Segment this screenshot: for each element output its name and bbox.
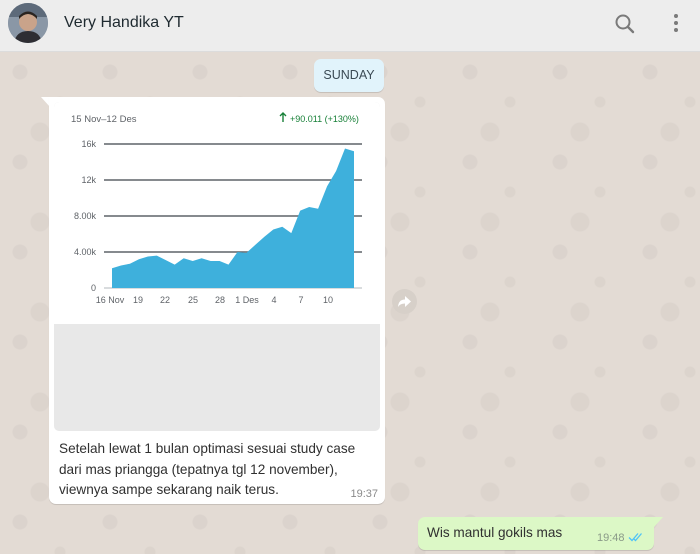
x-tick-label: 10 [323,295,333,305]
y-tick-label: 8.00k [74,211,97,221]
message-time: 19:48 [597,532,625,544]
analytics-chart: 15 Nov–12 Des +90.011 (+130%) 0 4.00k 8.00… [71,112,362,305]
double-check-icon [628,530,644,548]
x-tick-label: 25 [188,295,198,305]
message-caption: Setelah lewat 1 bulan optimasi sesuai st… [59,441,356,497]
y-tick-label: 0 [91,283,96,293]
x-tick-label: 4 [271,295,276,305]
outgoing-bubble-tail [654,517,663,527]
message-text: Wis mantul gokils mas [427,525,563,540]
chart-title: 15 Nov–12 Des [71,114,137,125]
contact-name[interactable]: Very Handika YT [64,14,184,32]
x-tick-label: 28 [215,295,225,305]
chat-header: Very Handika YT [0,0,700,52]
outgoing-message[interactable]: Wis mantul gokils mas 19:48 [418,517,654,550]
growth-label: +90.011 (+130%) [290,114,359,124]
avatar[interactable] [8,3,48,43]
message-image[interactable]: 15 Nov–12 Des +90.011 (+130%) 0 4.00k 8.00… [54,102,380,431]
more-vert-icon[interactable] [664,10,692,38]
forward-button[interactable] [392,289,417,314]
arrow-up-icon [279,112,287,122]
date-divider: SUNDAY [314,59,384,92]
avatar-photo [8,3,48,43]
message-time: 19:37 [350,488,378,500]
search-icon[interactable] [611,10,639,38]
x-tick-label: 19 [133,295,143,305]
chart-area-series [112,148,354,288]
x-tick-label: 1 Des [235,295,259,305]
x-tick-label: 22 [160,295,170,305]
y-tick-label: 16k [81,139,96,149]
incoming-message[interactable]: 15 Nov–12 Des +90.011 (+130%) 0 4.00k 8.00… [49,97,385,504]
growth-indicator: +90.011 (+130%) [279,112,359,124]
x-tick-label: 16 Nov [96,295,125,305]
chart-screenshot: 15 Nov–12 Des +90.011 (+130%) 0 4.00k 8.00… [54,102,380,324]
forward-icon [398,296,411,307]
x-tick-label: 7 [298,295,303,305]
y-tick-label: 12k [81,175,96,185]
y-tick-label: 4.00k [74,247,97,257]
